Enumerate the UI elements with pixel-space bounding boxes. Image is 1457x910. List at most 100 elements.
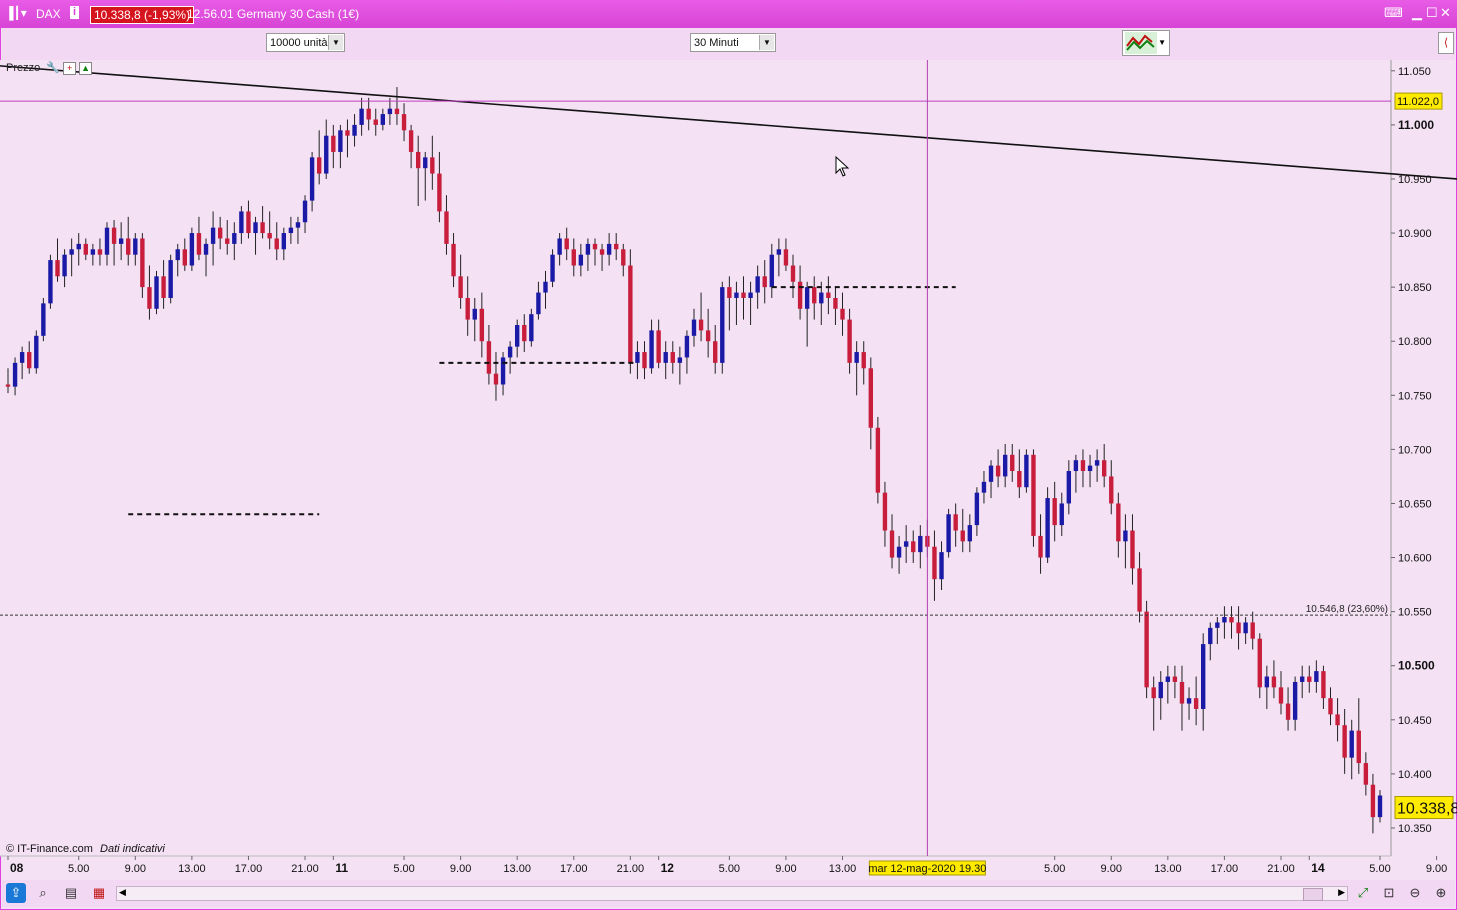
close-icon[interactable]: ✕ [1440,5,1451,21]
candle-body [1073,460,1079,472]
candle-body [1066,471,1072,504]
keyboard-icon[interactable]: ⌨ [1384,5,1403,21]
candle-body [196,233,202,255]
candle-body [911,541,916,553]
candle-body [1031,454,1036,536]
info-icon[interactable]: i [70,6,79,19]
x-tick-label: 13.00 [829,863,857,875]
candle-body [854,352,859,363]
indicator-chart-icon [1125,32,1157,54]
candle-body [1201,644,1206,709]
maximize-icon[interactable]: ☐ [1426,5,1438,21]
x-tick-label: 14 [1311,861,1325,875]
horizontal-scrollbar[interactable]: ◀ ▶ [116,886,1348,901]
candle-body [458,276,463,298]
candle-body [536,292,541,315]
candle-body [500,357,506,385]
layout-icon[interactable]: ▦ [90,884,108,902]
candle-body [896,546,902,558]
candle-body [366,108,371,120]
wrench-icon[interactable]: 🔧 [46,62,60,74]
candle-body [486,341,492,374]
x-tick-label: 11 [335,861,348,875]
candle-body [1222,617,1227,623]
symbol-label[interactable]: DAX [36,7,61,21]
candle-body [1236,622,1241,634]
x-tick-label: 17.00 [560,863,588,875]
scroll-right-icon[interactable]: ▶ [1338,887,1345,898]
candle-body [918,535,923,553]
search-chart-icon[interactable]: ⌕ [34,884,52,902]
candle-body [352,124,357,136]
candle-body [642,352,647,369]
candle-body [281,233,287,250]
candle-body [1370,784,1376,818]
candle-body [27,352,32,369]
candle-body [522,325,527,342]
x-tick-label: 5.00 [1369,863,1390,875]
candle-body [260,222,265,234]
candle-body [1335,714,1340,726]
zoom-out-icon[interactable]: ⊖ [1406,884,1424,902]
candle-body [614,243,619,250]
chevron-down-icon: ▼ [759,35,774,50]
candle-body [1193,698,1199,709]
candle-body [1208,627,1213,645]
candle-body [203,243,209,255]
scroll-thumb[interactable] [1303,888,1323,901]
candle-body [903,541,909,547]
candle-body [324,135,329,174]
add-icon[interactable]: + [63,62,77,75]
candle-body [847,319,852,363]
candle-body [104,227,110,255]
zoom-area-icon[interactable]: ⊡ [1380,884,1398,902]
candle-body [621,249,626,266]
candle-body [1010,454,1015,472]
candle-body [592,243,598,250]
candle-body [168,260,173,298]
x-tick-label: 12 [661,861,675,875]
candle-body [48,260,53,304]
x-tick-label: 13.00 [503,863,531,875]
arrow-up-icon[interactable]: ▲ [79,62,93,75]
candle-body [713,341,718,363]
bottom-toolbar: ⇪ ⌕ ▤ ▦ ◀ ▶ ⤢ ⊡ ⊖ ⊕ [2,880,1455,907]
y-tick-label: 10.900 [1398,228,1432,240]
price-legend: Prezzo 🔧 + ▲ [6,61,93,75]
zoom-in-icon[interactable]: ⊕ [1432,884,1450,902]
scroll-left-icon[interactable]: ◀ [119,887,126,898]
candle-body [953,514,958,531]
candle-body [1229,617,1234,623]
x-tick-label: 5.00 [393,863,414,875]
candle-body [988,465,994,482]
candle-body [698,319,704,331]
units-select[interactable]: 10000 unità ▼ [266,33,345,52]
candle-body [776,249,782,255]
candle-body [1300,676,1305,682]
candle-body [97,249,103,255]
candle-body [394,108,400,115]
candle-body [345,130,350,136]
indicators-button[interactable]: ▼ [1122,30,1170,56]
x-tick-label: 13.00 [1154,863,1182,875]
candle-body [606,243,612,255]
candle-body [507,346,513,358]
candle-body [1123,530,1128,542]
candle-body [217,227,223,239]
auto-scale-icon[interactable]: ⤢ [1354,884,1372,902]
candle-body [543,281,548,293]
price-chart[interactable]: 10.546,8 (23,60%) 11.050 11.000 10.950 10.9… [0,60,1457,880]
candle-body [302,200,308,223]
candle-body [147,287,152,309]
candle-body [804,287,810,309]
candle-body [1024,454,1029,488]
timeframe-select[interactable]: 30 Minuti ▼ [690,33,776,52]
candle-body [1109,476,1114,504]
candle-body [111,227,117,244]
chart-type-icon[interactable]: ▐┃▾ [5,6,27,20]
minimize-icon[interactable]: ▁ [1412,5,1422,21]
side-panel-toggle-icon[interactable]: ⟨ [1438,32,1454,54]
y-tick-label: 10.600 [1398,553,1432,565]
share-icon[interactable]: ⇪ [6,883,26,903]
list-icon[interactable]: ▤ [62,884,80,902]
